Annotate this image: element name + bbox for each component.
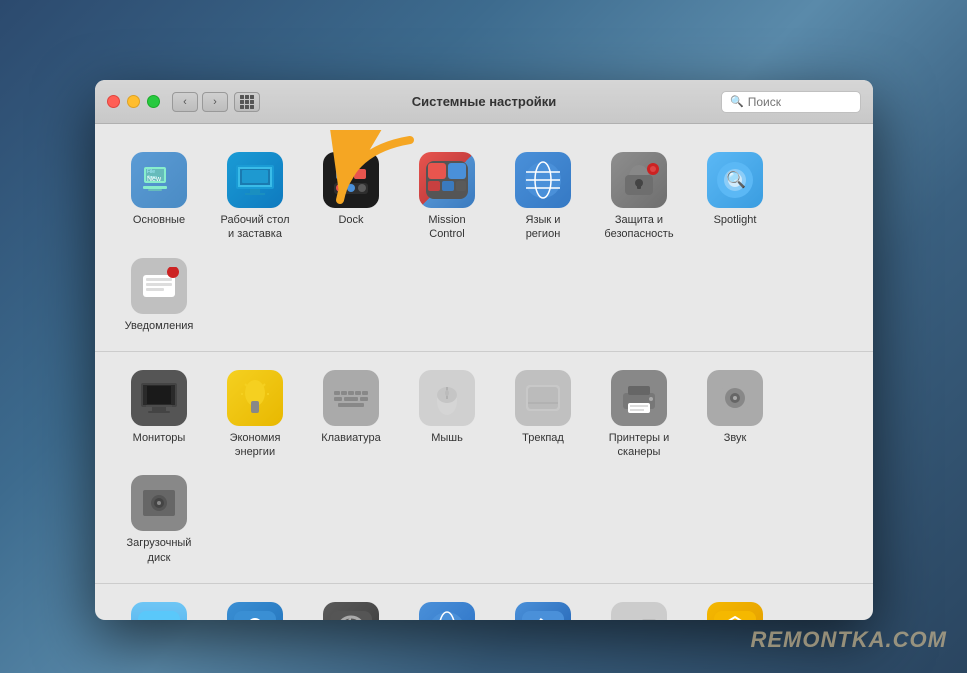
- keyboard-icon: [323, 370, 379, 426]
- pref-icloud[interactable]: iCloud: [111, 594, 207, 620]
- pref-keyboard[interactable]: Клавиатура: [303, 362, 399, 468]
- forward-button[interactable]: ›: [202, 92, 228, 112]
- pref-security[interactable]: Защита ибезопасность: [591, 144, 687, 250]
- dock-label: Dock: [338, 213, 363, 227]
- search-input[interactable]: [748, 95, 852, 109]
- update-icon: [323, 602, 379, 620]
- search-box[interactable]: 🔍: [721, 91, 861, 113]
- pref-monitors[interactable]: Мониторы: [111, 362, 207, 468]
- pref-printers[interactable]: Принтеры исканеры: [591, 362, 687, 468]
- trackpad-label: Трекпад: [522, 431, 564, 445]
- pref-spotlight[interactable]: 🔍 Spotlight: [687, 144, 783, 250]
- sound-icon: [707, 370, 763, 426]
- network-icon: [419, 602, 475, 620]
- section2-grid: Мониторы Экономияэн: [111, 362, 857, 573]
- mouse-icon: [419, 370, 475, 426]
- mouse-label: Мышь: [431, 431, 463, 445]
- traffic-lights: [107, 95, 160, 108]
- grid-view-button[interactable]: [234, 92, 260, 112]
- pref-sharing[interactable]: ⚠ Общийдоступ: [687, 594, 783, 620]
- pref-osnovnye[interactable]: New File Open Основные: [111, 144, 207, 250]
- energy-label: Экономияэнергии: [230, 431, 281, 460]
- desktop-icon: [227, 152, 283, 208]
- osnovnye-label: Основные: [133, 213, 185, 227]
- icloud-icon: [131, 602, 187, 620]
- minimize-button[interactable]: [127, 95, 140, 108]
- maximize-button[interactable]: [147, 95, 160, 108]
- titlebar: ‹ › Системные настройки 🔍: [95, 80, 873, 124]
- mission-label: MissionControl: [428, 213, 465, 242]
- pref-mouse[interactable]: Мышь: [399, 362, 495, 468]
- sound-label: Звук: [724, 431, 747, 445]
- window-title: Системные настройки: [412, 94, 557, 109]
- grid-icon: [240, 95, 254, 109]
- pref-energy[interactable]: Экономияэнергии: [207, 362, 303, 468]
- section-personal: New File Open Основные: [95, 134, 873, 352]
- pref-language[interactable]: Язык ирегион: [495, 144, 591, 250]
- notifications-label: Уведомления: [125, 319, 194, 333]
- bluetooth-icon: [515, 602, 571, 620]
- nav-buttons: ‹ ›: [172, 92, 228, 112]
- extensions-icon: [611, 602, 667, 620]
- boot-icon: [131, 475, 187, 531]
- section-internet: iCloud @ Учетные записиИнтернета: [95, 584, 873, 620]
- printers-icon: [611, 370, 667, 426]
- pref-desktop[interactable]: Рабочий столи заставка: [207, 144, 303, 250]
- pref-sound[interactable]: Звук: [687, 362, 783, 468]
- keyboard-label: Клавиатура: [321, 431, 381, 445]
- pref-accounts[interactable]: @ Учетные записиИнтернета: [207, 594, 303, 620]
- boot-label: Загрузочныйдиск: [127, 536, 192, 565]
- osnovnye-icon: New File Open: [131, 152, 187, 208]
- spotlight-icon: 🔍: [707, 152, 763, 208]
- section3-grid: iCloud @ Учетные записиИнтернета: [111, 594, 857, 620]
- preferences-content: New File Open Основные: [95, 124, 873, 620]
- trackpad-icon: [515, 370, 571, 426]
- language-icon: [515, 152, 571, 208]
- sharing-icon: ⚠: [707, 602, 763, 620]
- pref-notifications[interactable]: Уведомления: [111, 250, 207, 341]
- accounts-icon: @: [227, 602, 283, 620]
- desktop-label: Рабочий столи заставка: [220, 213, 289, 242]
- mission-icon: [419, 152, 475, 208]
- security-icon: [611, 152, 667, 208]
- pref-mission[interactable]: MissionControl: [399, 144, 495, 250]
- section1-grid: New File Open Основные: [111, 144, 857, 341]
- back-button[interactable]: ‹: [172, 92, 198, 112]
- pref-dock[interactable]: Dock: [303, 144, 399, 250]
- language-label: Язык ирегион: [526, 213, 561, 242]
- system-preferences-window: ‹ › Системные настройки 🔍: [95, 80, 873, 620]
- pref-network[interactable]: Сеть: [399, 594, 495, 620]
- notifications-icon: [131, 258, 187, 314]
- search-icon: 🔍: [730, 95, 744, 108]
- energy-icon: [227, 370, 283, 426]
- spotlight-label: Spotlight: [714, 213, 757, 227]
- close-button[interactable]: [107, 95, 120, 108]
- monitors-label: Мониторы: [133, 431, 186, 445]
- svg-text:🔍: 🔍: [726, 169, 746, 189]
- svg-text:Open: Open: [147, 174, 157, 179]
- printers-label: Принтеры исканеры: [609, 431, 670, 460]
- security-label: Защита ибезопасность: [604, 213, 673, 242]
- pref-boot[interactable]: Загрузочныйдиск: [111, 467, 207, 573]
- pref-trackpad[interactable]: Трекпад: [495, 362, 591, 468]
- pref-update[interactable]: ОбновлениеПО: [303, 594, 399, 620]
- monitors-icon: [131, 370, 187, 426]
- pref-extensions[interactable]: Расширения: [591, 594, 687, 620]
- section-hardware: Мониторы Экономияэн: [95, 352, 873, 584]
- pref-bluetooth[interactable]: Bluetooth: [495, 594, 591, 620]
- dock-icon: [323, 152, 379, 208]
